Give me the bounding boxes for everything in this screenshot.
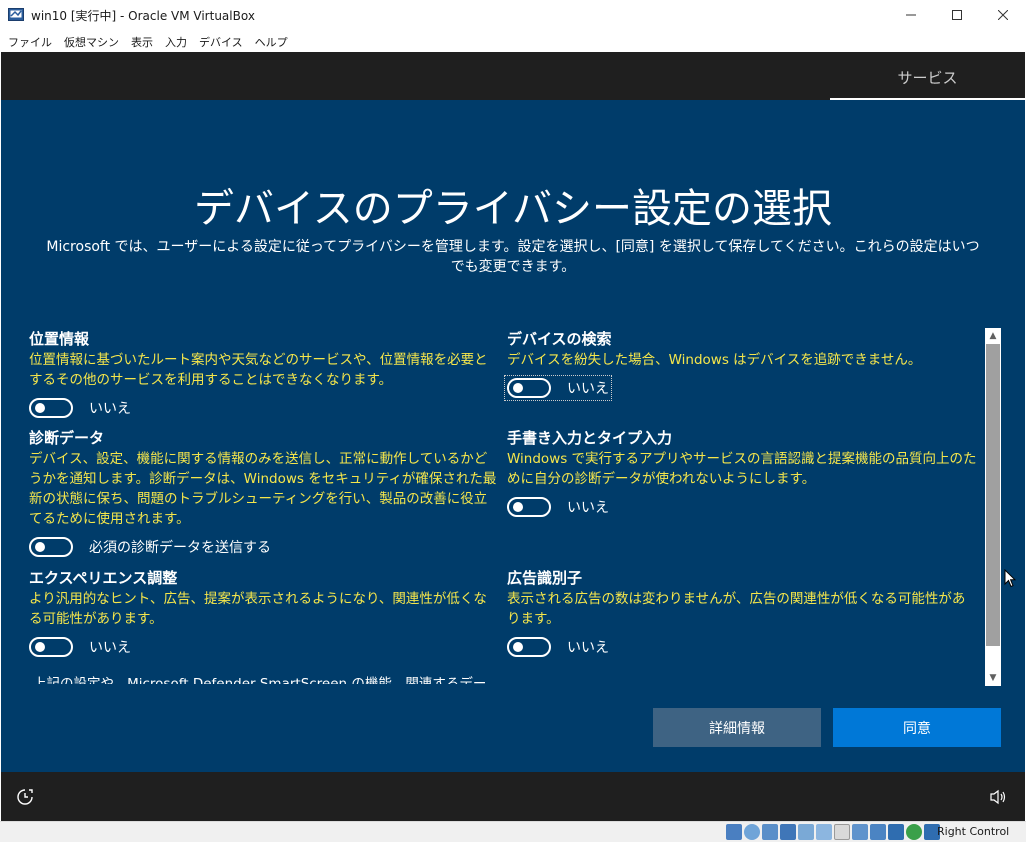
toggle-state-label: 必須の診断データを送信する bbox=[89, 540, 271, 556]
virtualbox-status-bar: Right Control bbox=[0, 821, 1026, 842]
setting-description: デバイスを紛失した場合、Windows はデバイスを追跡できません。 bbox=[507, 352, 922, 368]
privacy-settings-list: 位置情報 位置情報に基づいたルート案内や天気などのサービスや、位置情報を必要とす… bbox=[29, 326, 985, 684]
toggle-state-label: いいえ bbox=[89, 640, 131, 656]
setting-title: デバイスの検索 bbox=[507, 330, 612, 348]
setting-location: 位置情報 位置情報に基づいたルート案内や天気などのサービスや、位置情報を必要とす… bbox=[29, 328, 499, 418]
toggle-knob bbox=[513, 383, 523, 393]
setting-advertising-id: 広告識別子 表示される広告の数は変わりませんが、広告の関連性が低くなる可能性があ… bbox=[507, 567, 977, 657]
minimize-icon bbox=[906, 14, 916, 16]
display-icon[interactable] bbox=[834, 824, 850, 840]
setting-title: エクスペリエンス調整 bbox=[29, 569, 178, 587]
toggle-knob bbox=[35, 403, 45, 413]
window-title: win10 [実行中] - Oracle VM VirtualBox bbox=[31, 9, 255, 23]
menu-devices[interactable]: デバイス bbox=[193, 30, 249, 52]
harddisk-icon[interactable] bbox=[726, 824, 742, 840]
menu-view[interactable]: 表示 bbox=[125, 30, 159, 52]
setting-description: 位置情報に基づいたルート案内や天気などのサービスや、位置情報を必要とするその他の… bbox=[29, 352, 488, 388]
oobe-footer bbox=[1, 772, 1025, 821]
setting-description: デバイス、設定、機能に関する情報のみを送信し、正常に動作しているかどうかを通知し… bbox=[29, 451, 497, 527]
scroll-down-arrow-icon[interactable]: ▼ bbox=[985, 670, 1001, 686]
setting-find-my-device: デバイスの検索 デバイスを紛失した場合、Windows はデバイスを追跡できませ… bbox=[504, 328, 977, 401]
ad-id-toggle-row[interactable]: いいえ bbox=[507, 637, 977, 657]
vm-display[interactable]: サービス デバイスのプライバシー設定の選択 Microsoft では、ユーザーに… bbox=[1, 52, 1025, 821]
toggle-knob bbox=[513, 642, 523, 652]
toggle-state-label: いいえ bbox=[567, 500, 609, 516]
menu-file[interactable]: ファイル bbox=[2, 30, 58, 52]
menu-bar: ファイル 仮想マシン 表示 入力 デバイス ヘルプ bbox=[0, 30, 1026, 52]
location-toggle[interactable] bbox=[29, 398, 73, 418]
optical-drive-icon[interactable] bbox=[744, 824, 760, 840]
scroll-thumb[interactable] bbox=[986, 344, 1000, 646]
find-device-toggle-row[interactable]: いいえ bbox=[504, 375, 977, 401]
usb-icon[interactable] bbox=[798, 824, 814, 840]
window-title-bar[interactable]: win10 [実行中] - Oracle VM VirtualBox bbox=[0, 0, 1026, 30]
maximize-icon bbox=[952, 10, 962, 20]
ease-of-access-icon[interactable] bbox=[16, 788, 34, 806]
setting-title: 手書き入力とタイプ入力 bbox=[507, 429, 673, 447]
find-device-toggle[interactable] bbox=[507, 378, 551, 398]
toggle-state-label: いいえ bbox=[567, 640, 609, 656]
video-capture-icon[interactable] bbox=[852, 824, 868, 840]
setting-title: 診断データ bbox=[29, 429, 105, 447]
settings-footnote: 上記の設定や、Microsoft Defender SmartScreen の機… bbox=[33, 676, 487, 684]
menu-machine[interactable]: 仮想マシン bbox=[58, 30, 125, 52]
setting-tailored-experiences: エクスペリエンス調整 より汎用的なヒント、広告、提案が表示されるようになり、関連… bbox=[29, 567, 499, 657]
page-description: Microsoft では、ユーザーによる設定に従ってプライバシーを管理します。設… bbox=[46, 239, 980, 275]
guest-additions-icon[interactable] bbox=[906, 824, 922, 840]
toggle-knob bbox=[35, 542, 45, 552]
status-icons bbox=[726, 824, 940, 840]
setting-description: 表示される広告の数は変わりませんが、広告の関連性が低くなる可能性があります。 bbox=[507, 591, 966, 627]
scroll-up-arrow-icon[interactable]: ▲ bbox=[985, 328, 1001, 344]
setting-diagnostic-data: 診断データ デバイス、設定、機能に関する情報のみを送信し、正常に動作しているかど… bbox=[29, 427, 499, 557]
menu-help[interactable]: ヘルプ bbox=[249, 30, 294, 52]
focus-indicator: いいえ bbox=[504, 375, 612, 401]
toggle-state-label: いいえ bbox=[567, 381, 609, 397]
learn-more-button[interactable]: 詳細情報 bbox=[653, 708, 821, 747]
diagnostic-toggle-row[interactable]: 必須の診断データを送信する bbox=[29, 537, 499, 557]
maximize-button[interactable] bbox=[934, 0, 980, 30]
tailored-toggle[interactable] bbox=[29, 637, 73, 657]
tab-services[interactable]: サービス bbox=[830, 52, 1025, 100]
volume-icon[interactable] bbox=[989, 789, 1007, 805]
location-toggle-row[interactable]: いいえ bbox=[29, 398, 499, 418]
host-key-label: Right Control bbox=[937, 825, 1010, 838]
setting-description: より汎用的なヒント、広告、提案が表示されるようになり、関連性が低くなる可能性があ… bbox=[29, 591, 487, 627]
virtualbox-icon bbox=[8, 8, 24, 21]
close-button[interactable] bbox=[980, 0, 1026, 30]
audio-icon[interactable] bbox=[762, 824, 778, 840]
inking-toggle[interactable] bbox=[507, 497, 551, 517]
setting-description: Windows で実行するアプリやサービスの言語認識と提案機能の品質向上のために… bbox=[507, 451, 977, 487]
toggle-state-label: いいえ bbox=[89, 401, 131, 417]
diagnostic-toggle[interactable] bbox=[29, 537, 73, 557]
virtualization-icon[interactable] bbox=[870, 824, 886, 840]
toggle-knob bbox=[35, 642, 45, 652]
menu-input[interactable]: 入力 bbox=[159, 30, 193, 52]
ad-id-toggle[interactable] bbox=[507, 637, 551, 657]
accept-button[interactable]: 同意 bbox=[833, 708, 1001, 747]
tab-services-label: サービス bbox=[897, 69, 958, 87]
minimize-button[interactable] bbox=[888, 0, 934, 30]
page-title: デバイスのプライバシー設定の選択 bbox=[194, 186, 832, 232]
shared-folders-icon[interactable] bbox=[816, 824, 832, 840]
toggle-knob bbox=[513, 502, 523, 512]
tailored-toggle-row[interactable]: いいえ bbox=[29, 637, 499, 657]
tab-active-indicator bbox=[830, 98, 1025, 100]
settings-scrollbar[interactable]: ▲ ▼ bbox=[985, 328, 1001, 686]
inking-toggle-row[interactable]: いいえ bbox=[507, 497, 977, 517]
setting-title: 位置情報 bbox=[29, 330, 90, 348]
mouse-cursor-icon bbox=[1004, 569, 1016, 588]
network-icon[interactable] bbox=[780, 824, 796, 840]
setting-title: 広告識別子 bbox=[507, 569, 583, 587]
close-icon bbox=[998, 10, 1008, 20]
cpu-icon[interactable] bbox=[888, 824, 904, 840]
setting-inking-typing: 手書き入力とタイプ入力 Windows で実行するアプリやサービスの言語認識と提… bbox=[507, 427, 977, 517]
oobe-header: サービス bbox=[1, 52, 1025, 100]
